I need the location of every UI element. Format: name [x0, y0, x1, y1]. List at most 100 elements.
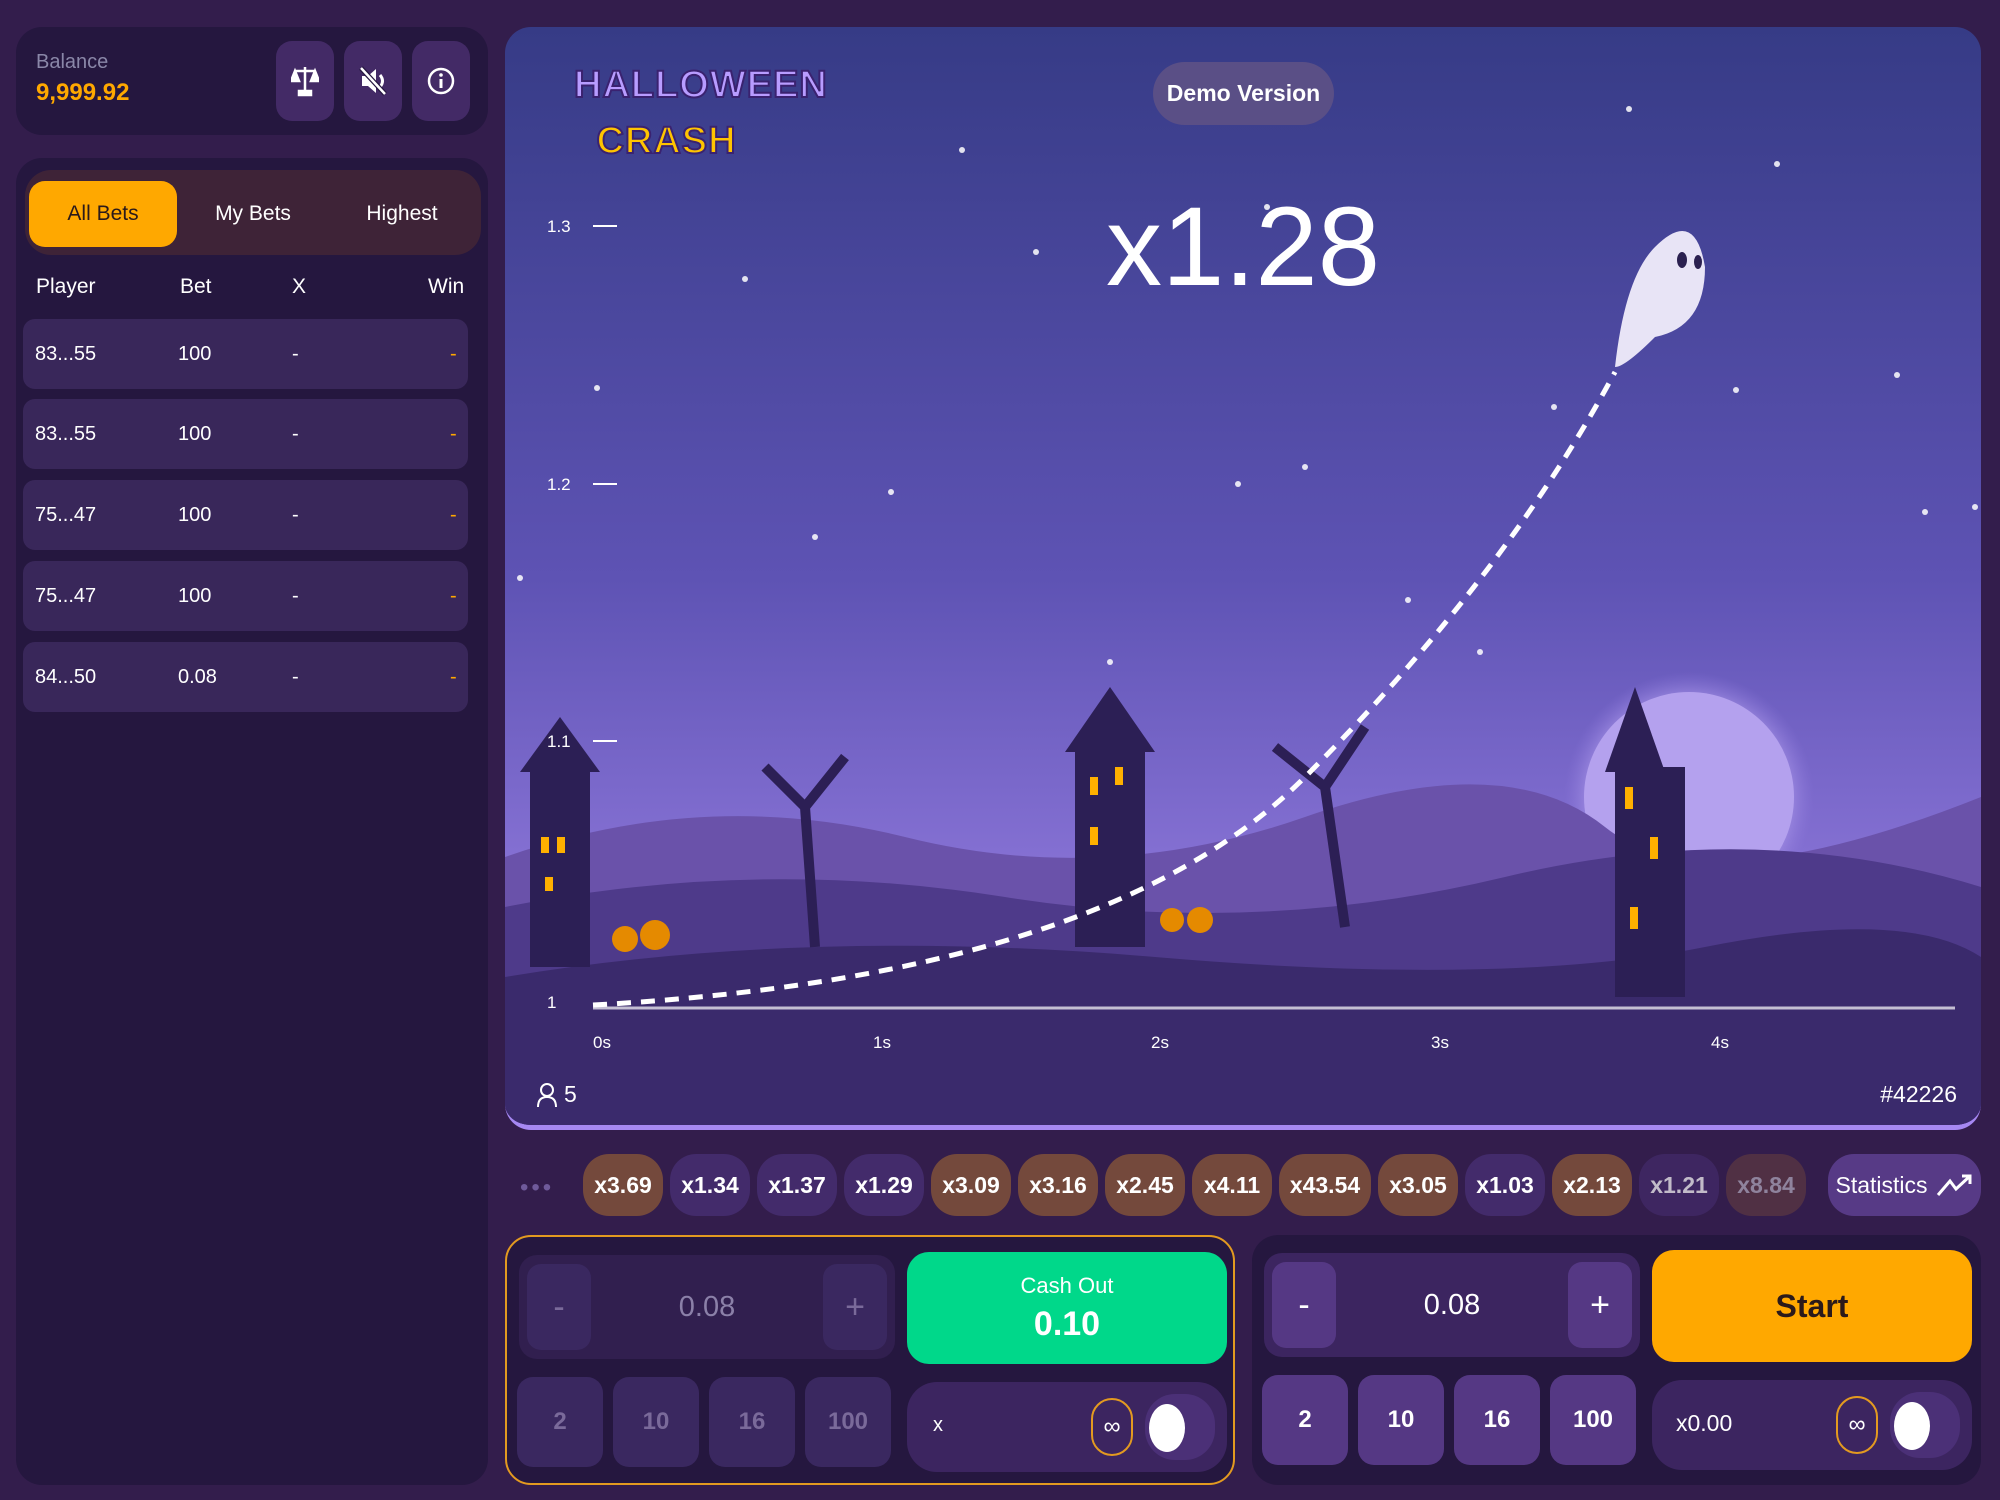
- history-multiplier: x1.37: [757, 1154, 837, 1216]
- win-amount: -: [450, 585, 457, 607]
- game-canvas: 1.3 1.2 1.1 1 0s 1s 2s 3s 4s HALLOWEEN CRASH Dem…: [505, 27, 1981, 1130]
- star: [1405, 597, 1411, 603]
- info-button[interactable]: [412, 41, 470, 121]
- history-multiplier: x2.13: [1552, 1154, 1632, 1216]
- star: [812, 534, 818, 540]
- players-count-value: 5: [564, 1081, 577, 1107]
- history-multiplier: x1.21: [1639, 1154, 1719, 1216]
- sound-muted-icon: [359, 66, 387, 96]
- history-multiplier: x3.05: [1378, 1154, 1458, 1216]
- x-tick-label: 4s: [1711, 1033, 1729, 1052]
- decrease-bet-button-2[interactable]: -: [1272, 1262, 1336, 1348]
- star: [594, 385, 600, 391]
- user-icon: [537, 1082, 557, 1107]
- quick-bet-10[interactable]: 10: [1358, 1375, 1444, 1465]
- quick-bet-100[interactable]: 100: [1550, 1375, 1636, 1465]
- quick-bet-100[interactable]: 100: [805, 1377, 891, 1467]
- auto-cashout-1: x ∞: [907, 1382, 1227, 1472]
- star: [1551, 404, 1557, 410]
- statistics-button[interactable]: Statistics: [1828, 1154, 1981, 1216]
- tab-highest[interactable]: Highest: [328, 181, 476, 247]
- history-multiplier: x3.09: [931, 1154, 1011, 1216]
- auto-cashout-toggle-1[interactable]: [1145, 1394, 1215, 1460]
- star: [1235, 481, 1241, 487]
- tab-all-bets[interactable]: All Bets: [29, 181, 177, 247]
- history-multiplier: x1.34: [670, 1154, 750, 1216]
- toggle-knob: [1894, 1402, 1930, 1450]
- balance-panel: Balance 9,999.92: [16, 27, 488, 135]
- start-button[interactable]: Start: [1652, 1250, 1972, 1362]
- increase-bet-button-1[interactable]: +: [823, 1264, 887, 1350]
- decrease-bet-button-1[interactable]: -: [527, 1264, 591, 1350]
- bet-amount: 0.08: [178, 666, 217, 688]
- bet-amount-stepper-1: - 0.08 +: [519, 1255, 895, 1359]
- player-name: 84...50: [35, 666, 97, 688]
- round-id: #42226: [1880, 1081, 1957, 1107]
- bet-amount-stepper-2: - 0.08 +: [1264, 1253, 1640, 1357]
- cash-out-value: 0.10: [1033, 1304, 1101, 1343]
- history-multiplier: x1.29: [844, 1154, 924, 1216]
- bet-amount-input-2[interactable]: 0.08: [1344, 1253, 1560, 1357]
- infinity-button-2[interactable]: ∞: [1836, 1396, 1878, 1454]
- player-name: 83...55: [35, 343, 97, 365]
- fairness-button[interactable]: [276, 41, 334, 121]
- bet-panel-1: - 0.08 + 2 10 16 100 Cash Out 0.10 x ∞: [505, 1235, 1235, 1485]
- bet-row: 75...47 100 - -: [23, 480, 468, 550]
- scales-icon: [291, 67, 319, 97]
- column-player: Player: [36, 275, 96, 298]
- win-amount: -: [450, 343, 457, 365]
- bet-row: 83...55 100 - -: [23, 399, 468, 469]
- multiplier: -: [292, 343, 299, 365]
- x-tick-label: 0s: [593, 1033, 611, 1052]
- trend-up-icon: [1936, 1174, 1972, 1196]
- sound-button[interactable]: [344, 41, 402, 121]
- star: [1626, 106, 1632, 112]
- history-multiplier: x43.54: [1279, 1154, 1371, 1216]
- players-count: 5: [536, 1081, 577, 1108]
- star: [1774, 161, 1780, 167]
- star: [1302, 464, 1308, 470]
- column-win: Win: [428, 275, 465, 298]
- tab-my-bets[interactable]: My Bets: [179, 181, 327, 247]
- quick-bet-16[interactable]: 16: [709, 1377, 795, 1467]
- cash-out-label: Cash Out: [1020, 1272, 1114, 1298]
- multiplier: -: [292, 423, 299, 445]
- quick-bet-2[interactable]: 2: [1262, 1375, 1348, 1465]
- infinity-button-1[interactable]: ∞: [1091, 1398, 1133, 1456]
- cash-out-button[interactable]: Cash Out 0.10: [907, 1252, 1227, 1364]
- player-name: 83...55: [35, 423, 97, 445]
- auto-cashout-input-2[interactable]: x0.00: [1676, 1410, 1732, 1437]
- auto-cashout-toggle-2[interactable]: [1890, 1392, 1960, 1458]
- y-tick-label: 1.1: [547, 732, 571, 751]
- bet-amount-input-1[interactable]: 0.08: [599, 1255, 815, 1359]
- bet-row: 83...55 100 - -: [23, 319, 468, 389]
- auto-cashout-input-1[interactable]: x: [933, 1414, 943, 1437]
- balance-label: Balance: [36, 51, 109, 73]
- bet-amount: 100: [178, 504, 212, 526]
- history-multiplier: x4.11: [1192, 1154, 1272, 1216]
- y-tick-label: 1.3: [547, 217, 571, 236]
- star: [1733, 387, 1739, 393]
- bet-amount: 100: [178, 423, 212, 445]
- history-multiplier: x3.16: [1018, 1154, 1098, 1216]
- quick-bet-16[interactable]: 16: [1454, 1375, 1540, 1465]
- star: [1894, 372, 1900, 378]
- demo-version-badge: Demo Version: [1153, 62, 1334, 125]
- star: [1107, 659, 1113, 665]
- more-history-dots[interactable]: •••: [520, 1174, 554, 1202]
- bets-panel: All Bets My Bets Highest Player Bet X Wi…: [16, 158, 488, 1485]
- history-multiplier: x2.45: [1105, 1154, 1185, 1216]
- quick-bet-2[interactable]: 2: [517, 1377, 603, 1467]
- star: [1972, 504, 1978, 510]
- multiplier: -: [292, 666, 299, 688]
- toggle-knob: [1149, 1404, 1185, 1452]
- increase-bet-button-2[interactable]: +: [1568, 1262, 1632, 1348]
- win-amount: -: [450, 423, 457, 445]
- x-tick-label: 3s: [1431, 1033, 1449, 1052]
- history-multiplier: x1.03: [1465, 1154, 1545, 1216]
- star: [959, 147, 965, 153]
- star: [742, 276, 748, 282]
- quick-bet-10[interactable]: 10: [613, 1377, 699, 1467]
- statistics-label: Statistics: [1835, 1171, 1928, 1198]
- multiplier-display: x1.28: [1106, 184, 1380, 309]
